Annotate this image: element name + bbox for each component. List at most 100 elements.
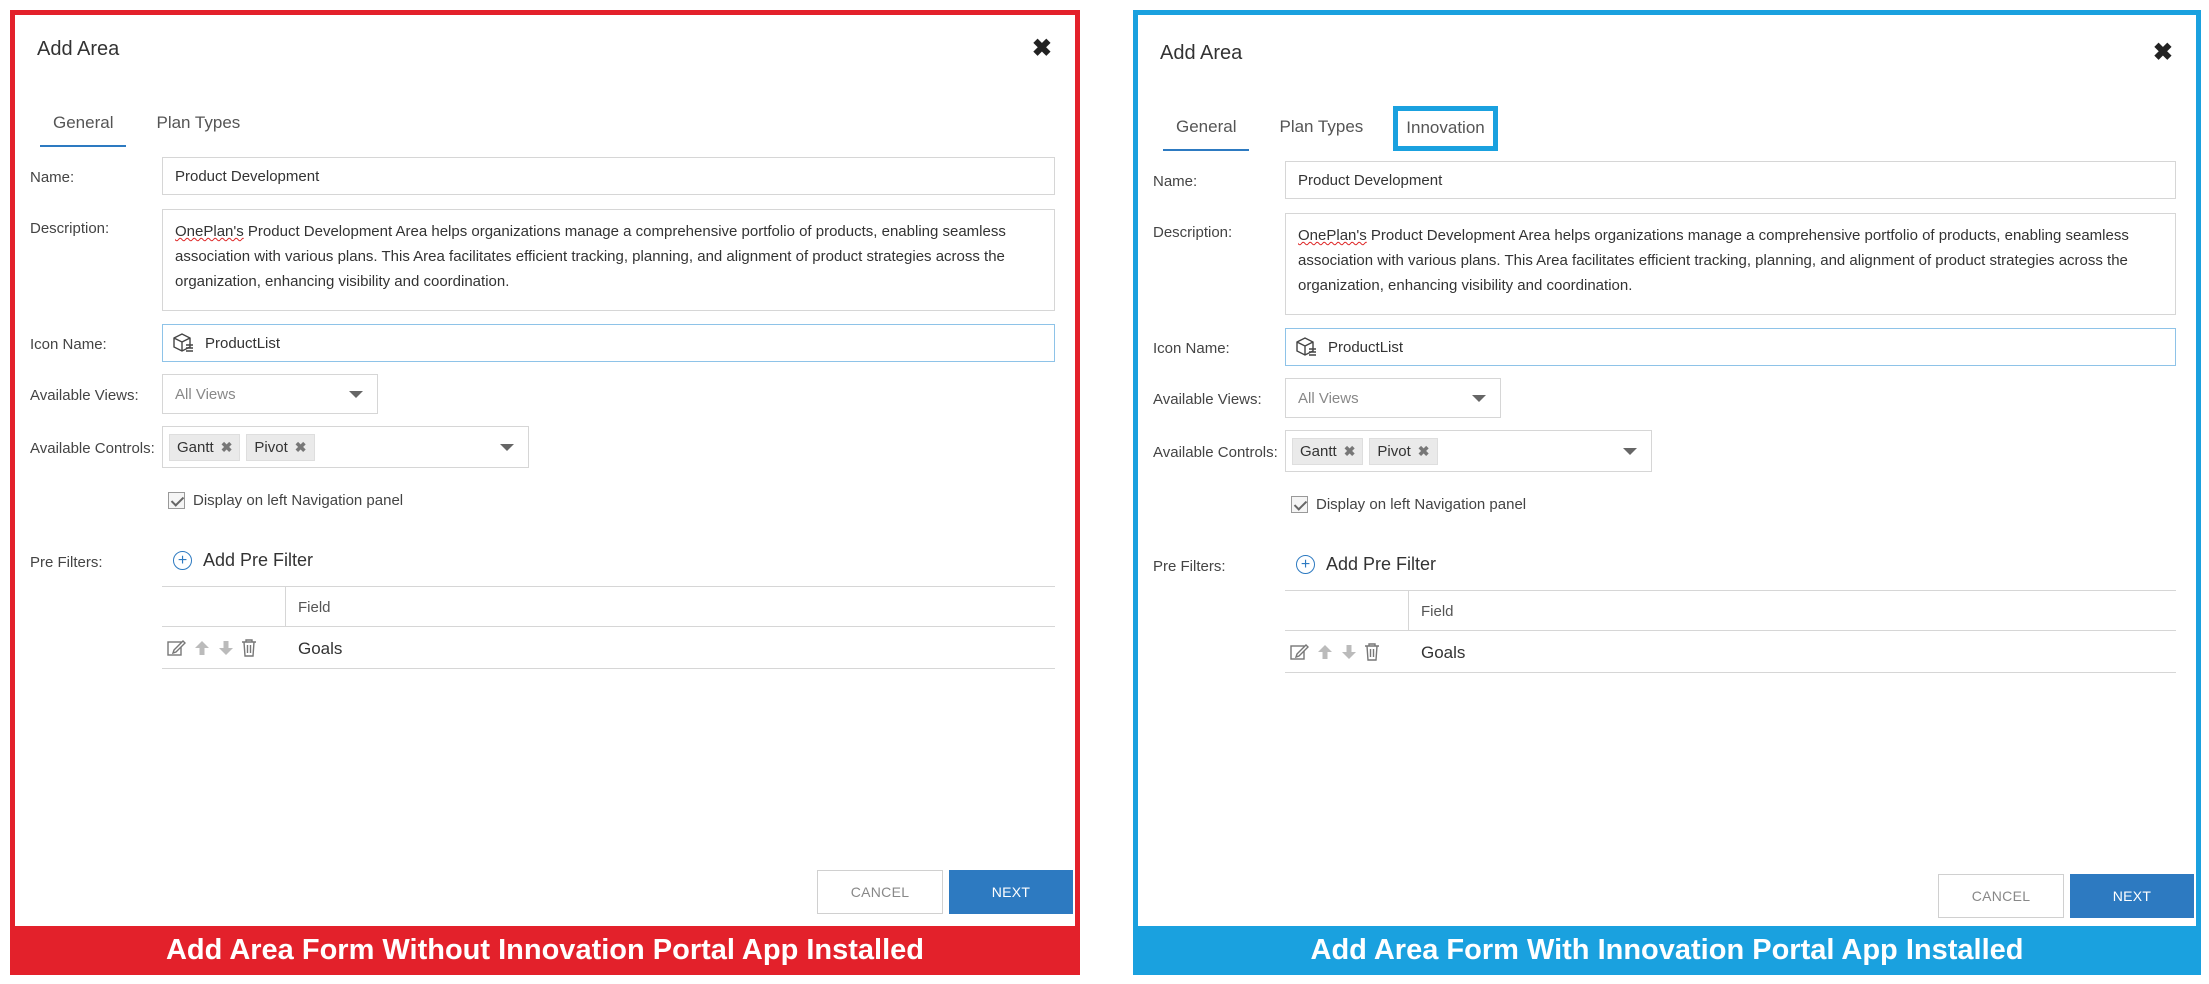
plus-circle-icon: + [173,551,192,570]
chip-label: Gantt [177,438,214,456]
chevron-down-icon [349,391,363,398]
tab-general[interactable]: General [1163,105,1250,151]
chip-gantt: Gantt ✖ [1292,437,1364,465]
dialog-title: Add Area [1160,42,1243,64]
tab-innovation[interactable]: Innovation [1393,106,1498,151]
chip-label: Pivot [1377,442,1411,460]
caption-with-innovation: Add Area Form With Innovation Portal App… [1133,926,2201,975]
arrow-down-icon[interactable] [1339,642,1359,662]
description-field[interactable]: OnePlan's Product Development Area helps… [1285,213,2176,315]
tab-plan-types[interactable]: Plan Types [1266,105,1376,151]
check-icon[interactable] [168,492,185,509]
available-views-value: All Views [175,385,236,403]
available-views-label: Available Views: [30,387,139,404]
grid-header: Field [162,586,1055,627]
trash-icon[interactable] [1363,642,1381,662]
tab-general[interactable]: General [40,101,127,147]
row-actions [1289,642,1385,662]
chip-label: Gantt [1300,442,1337,460]
chevron-down-icon [1472,395,1486,402]
icon-name-label: Icon Name: [1153,340,1230,357]
check-icon[interactable] [1291,496,1308,513]
description-text: Product Development Area helps organizat… [1298,227,2129,294]
arrow-up-icon[interactable] [1315,642,1335,662]
chip-gantt: Gantt ✖ [169,433,241,461]
chevron-down-icon [1623,448,1637,455]
available-views-select[interactable]: All Views [162,374,378,414]
display-nav-checkbox-row[interactable]: Display on left Navigation panel [1291,496,1526,513]
grid-header: Field [1285,590,2176,631]
table-row: Goals [162,627,1055,669]
grid-header-field: Field [298,599,331,616]
cancel-button[interactable]: CANCEL [817,870,943,914]
row-actions [166,638,262,658]
add-pre-filter-label: Add Pre Filter [203,550,314,570]
available-views-select[interactable]: All Views [1285,378,1501,418]
next-button[interactable]: NEXT [2070,874,2194,918]
name-field[interactable]: Product Development [1285,161,2176,199]
dialog-title: Add Area [37,38,120,60]
display-nav-checkbox-row[interactable]: Display on left Navigation panel [168,492,403,509]
package-icon [173,333,193,352]
available-controls-label: Available Controls: [30,440,155,457]
grid-row-field-value: Goals [1421,643,1466,662]
remove-chip-icon[interactable]: ✖ [295,439,307,456]
arrow-down-icon[interactable] [216,638,236,658]
add-area-dialog: Add Area ✖ General Plan Types Name: Prod… [20,20,1073,921]
plus-circle-icon: + [1296,555,1315,574]
cancel-button[interactable]: CANCEL [1938,874,2064,918]
right-highlight-frame: Add Area ✖ General Plan Types Innovation… [1133,10,2201,931]
description-field[interactable]: OnePlan's Product Development Area helps… [162,209,1055,311]
description-label: Description: [30,220,110,237]
add-area-dialog: Add Area ✖ General Plan Types Innovation… [1143,20,2194,921]
arrow-up-icon[interactable] [192,638,212,658]
grid-row-field-value: Goals [298,639,343,658]
pre-filters-grid: Field Goals [162,586,1055,669]
trash-icon[interactable] [240,638,258,658]
grid-header-field: Field [1421,603,1454,620]
icon-name-value: ProductList [1328,338,1404,356]
icon-name-field[interactable]: ProductList [1285,328,2176,366]
description-text: Product Development Area helps organizat… [175,223,1006,290]
checkbox-label: Display on left Navigation panel [193,492,404,509]
available-views-value: All Views [1298,389,1359,407]
available-controls-select[interactable]: Gantt ✖ Pivot ✖ [162,426,529,468]
icon-name-field[interactable]: ProductList [162,324,1055,362]
close-icon[interactable]: ✖ [1032,34,1052,63]
remove-chip-icon[interactable]: ✖ [1418,443,1430,460]
left-highlight-frame: Add Area ✖ General Plan Types Name: Prod… [10,10,1080,931]
tab-plan-types[interactable]: Plan Types [143,101,253,147]
name-field[interactable]: Product Development [162,157,1055,195]
icon-name-value: ProductList [205,334,281,352]
close-icon[interactable]: ✖ [2153,38,2173,67]
chip-pivot: Pivot ✖ [1369,437,1438,465]
add-pre-filter-button[interactable]: + Add Pre Filter [173,550,313,571]
chevron-down-icon [500,444,514,451]
chip-pivot: Pivot ✖ [246,433,315,461]
icon-name-label: Icon Name: [30,336,107,353]
remove-chip-icon[interactable]: ✖ [1344,443,1356,460]
edit-icon[interactable] [166,638,188,658]
add-pre-filter-button[interactable]: + Add Pre Filter [1296,554,1436,575]
remove-chip-icon[interactable]: ✖ [221,439,233,456]
panel-without-innovation: Add Area ✖ General Plan Types Name: Prod… [0,0,1090,984]
pre-filters-label: Pre Filters: [1153,558,1226,575]
available-controls-select[interactable]: Gantt ✖ Pivot ✖ [1285,430,1652,472]
package-icon [1296,337,1316,356]
available-views-label: Available Views: [1153,391,1262,408]
edit-icon[interactable] [1289,642,1311,662]
name-label: Name: [1153,173,1198,190]
add-pre-filter-label: Add Pre Filter [1326,554,1437,574]
pre-filters-grid: Field Goals [1285,590,2176,673]
checkbox-label: Display on left Navigation panel [1316,496,1527,513]
name-label: Name: [30,169,75,186]
table-row: Goals [1285,631,2176,673]
caption-without-innovation: Add Area Form Without Innovation Portal … [10,926,1080,975]
pre-filters-label: Pre Filters: [30,554,103,571]
available-controls-label: Available Controls: [1153,444,1278,461]
description-brand-word: OnePlan's [1298,227,1367,244]
description-brand-word: OnePlan's [175,223,244,240]
tab-bar: General Plan Types [40,95,270,147]
next-button[interactable]: NEXT [949,870,1073,914]
tab-bar: General Plan Types Innovation [1163,99,1515,151]
